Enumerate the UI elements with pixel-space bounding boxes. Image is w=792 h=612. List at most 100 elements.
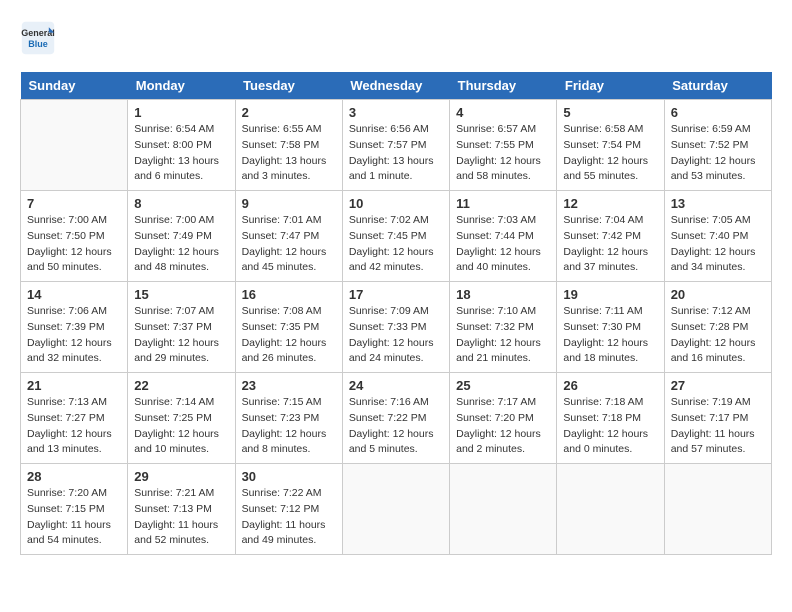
day-info: Sunrise: 6:54 AM Sunset: 8:00 PM Dayligh… [134, 122, 228, 185]
day-number: 22 [134, 378, 228, 393]
svg-text:Blue: Blue [28, 39, 48, 49]
calendar-cell: 20Sunrise: 7:12 AM Sunset: 7:28 PM Dayli… [664, 282, 771, 373]
day-info: Sunrise: 7:17 AM Sunset: 7:20 PM Dayligh… [456, 395, 550, 458]
header-day-monday: Monday [128, 72, 235, 100]
day-info: Sunrise: 7:05 AM Sunset: 7:40 PM Dayligh… [671, 213, 765, 276]
calendar-cell: 29 Sunrise: 7:21 AM Sunset: 7:13 PM Dayli… [128, 464, 235, 555]
day-number: 7 [27, 196, 121, 211]
calendar-table: SundayMondayTuesdayWednesdayThursdayFrid… [20, 72, 772, 555]
day-number: 17 [349, 287, 443, 302]
header: General Blue [20, 20, 772, 56]
day-number: 2 [242, 105, 336, 120]
day-info: Sunrise: 7:21 AM Sunset: 7:13 PM Dayligh… [134, 486, 228, 549]
day-info: Sunrise: 7:00 AM Sunset: 7:50 PM Dayligh… [27, 213, 121, 276]
calendar-cell: 6Sunrise: 6:59 AM Sunset: 7:52 PM Daylig… [664, 100, 771, 191]
day-number: 9 [242, 196, 336, 211]
day-number: 27 [671, 378, 765, 393]
day-info: Sunrise: 7:22 AM Sunset: 7:12 PM Dayligh… [242, 486, 336, 549]
day-info: Sunrise: 6:59 AM Sunset: 7:52 PM Dayligh… [671, 122, 765, 185]
day-number: 26 [563, 378, 657, 393]
calendar-cell: 4 Sunrise: 6:57 AM Sunset: 7:55 PM Daylig… [450, 100, 557, 191]
calendar-cell: 7 Sunrise: 7:00 AM Sunset: 7:50 PM Daylig… [21, 191, 128, 282]
calendar-cell: 14 Sunrise: 7:06 AM Sunset: 7:39 PM Dayli… [21, 282, 128, 373]
day-info: Sunrise: 7:14 AM Sunset: 7:25 PM Dayligh… [134, 395, 228, 458]
header-day-sunday: Sunday [21, 72, 128, 100]
calendar-cell: 23 Sunrise: 7:15 AM Sunset: 7:23 PM Dayli… [235, 373, 342, 464]
day-number: 25 [456, 378, 550, 393]
calendar-cell: 2 Sunrise: 6:55 AM Sunset: 7:58 PM Daylig… [235, 100, 342, 191]
day-number: 30 [242, 469, 336, 484]
day-number: 4 [456, 105, 550, 120]
calendar-cell: 5 Sunrise: 6:58 AM Sunset: 7:54 PM Daylig… [557, 100, 664, 191]
calendar-cell: 11 Sunrise: 7:03 AM Sunset: 7:44 PM Dayli… [450, 191, 557, 282]
calendar-cell: 3Sunrise: 6:56 AM Sunset: 7:57 PM Daylig… [342, 100, 449, 191]
calendar-cell: 18Sunrise: 7:10 AM Sunset: 7:32 PM Dayli… [450, 282, 557, 373]
week-row-4: 21Sunrise: 7:13 AM Sunset: 7:27 PM Dayli… [21, 373, 772, 464]
day-info: Sunrise: 7:07 AM Sunset: 7:37 PM Dayligh… [134, 304, 228, 367]
day-number: 1 [134, 105, 228, 120]
day-info: Sunrise: 7:08 AM Sunset: 7:35 PM Dayligh… [242, 304, 336, 367]
calendar-cell [557, 464, 664, 555]
day-number: 24 [349, 378, 443, 393]
day-info: Sunrise: 7:15 AM Sunset: 7:23 PM Dayligh… [242, 395, 336, 458]
day-info: Sunrise: 6:57 AM Sunset: 7:55 PM Dayligh… [456, 122, 550, 185]
calendar-cell [21, 100, 128, 191]
calendar-cell: 26Sunrise: 7:18 AM Sunset: 7:18 PM Dayli… [557, 373, 664, 464]
calendar-cell: 8Sunrise: 7:00 AM Sunset: 7:49 PM Daylig… [128, 191, 235, 282]
week-row-5: 28Sunrise: 7:20 AM Sunset: 7:15 PM Dayli… [21, 464, 772, 555]
week-row-3: 14 Sunrise: 7:06 AM Sunset: 7:39 PM Dayli… [21, 282, 772, 373]
day-info: Sunrise: 6:56 AM Sunset: 7:57 PM Dayligh… [349, 122, 443, 185]
header-day-tuesday: Tuesday [235, 72, 342, 100]
day-info: Sunrise: 6:58 AM Sunset: 7:54 PM Dayligh… [563, 122, 657, 185]
calendar-cell: 15 Sunrise: 7:07 AM Sunset: 7:37 PM Dayli… [128, 282, 235, 373]
day-number: 12 [563, 196, 657, 211]
calendar-cell: 27 Sunrise: 7:19 AM Sunset: 7:17 PM Dayli… [664, 373, 771, 464]
calendar-cell [664, 464, 771, 555]
calendar-cell: 12 Sunrise: 7:04 AM Sunset: 7:42 PM Dayli… [557, 191, 664, 282]
day-number: 29 [134, 469, 228, 484]
calendar-header-row: SundayMondayTuesdayWednesdayThursdayFrid… [21, 72, 772, 100]
calendar-cell: 28Sunrise: 7:20 AM Sunset: 7:15 PM Dayli… [21, 464, 128, 555]
calendar-cell: 1 Sunrise: 6:54 AM Sunset: 8:00 PM Daylig… [128, 100, 235, 191]
calendar-cell: 25 Sunrise: 7:17 AM Sunset: 7:20 PM Dayli… [450, 373, 557, 464]
calendar-cell: 17 Sunrise: 7:09 AM Sunset: 7:33 PM Dayli… [342, 282, 449, 373]
logo: General Blue [20, 20, 62, 56]
calendar-cell: 9Sunrise: 7:01 AM Sunset: 7:47 PM Daylig… [235, 191, 342, 282]
day-info: Sunrise: 7:02 AM Sunset: 7:45 PM Dayligh… [349, 213, 443, 276]
header-day-friday: Friday [557, 72, 664, 100]
day-info: Sunrise: 7:03 AM Sunset: 7:44 PM Dayligh… [456, 213, 550, 276]
day-info: Sunrise: 7:06 AM Sunset: 7:39 PM Dayligh… [27, 304, 121, 367]
calendar-cell: 30 Sunrise: 7:22 AM Sunset: 7:12 PM Dayli… [235, 464, 342, 555]
day-info: Sunrise: 7:10 AM Sunset: 7:32 PM Dayligh… [456, 304, 550, 367]
day-info: Sunrise: 7:09 AM Sunset: 7:33 PM Dayligh… [349, 304, 443, 367]
calendar-cell: 10 Sunrise: 7:02 AM Sunset: 7:45 PM Dayli… [342, 191, 449, 282]
day-number: 19 [563, 287, 657, 302]
day-number: 28 [27, 469, 121, 484]
calendar-cell: 22 Sunrise: 7:14 AM Sunset: 7:25 PM Dayli… [128, 373, 235, 464]
day-number: 5 [563, 105, 657, 120]
day-number: 23 [242, 378, 336, 393]
day-info: Sunrise: 7:13 AM Sunset: 7:27 PM Dayligh… [27, 395, 121, 458]
header-day-thursday: Thursday [450, 72, 557, 100]
day-info: Sunrise: 7:19 AM Sunset: 7:17 PM Dayligh… [671, 395, 765, 458]
day-info: Sunrise: 6:55 AM Sunset: 7:58 PM Dayligh… [242, 122, 336, 185]
header-day-saturday: Saturday [664, 72, 771, 100]
day-number: 14 [27, 287, 121, 302]
header-day-wednesday: Wednesday [342, 72, 449, 100]
calendar-cell: 19 Sunrise: 7:11 AM Sunset: 7:30 PM Dayli… [557, 282, 664, 373]
day-number: 8 [134, 196, 228, 211]
calendar-cell [450, 464, 557, 555]
calendar-cell: 16 Sunrise: 7:08 AM Sunset: 7:35 PM Dayli… [235, 282, 342, 373]
logo-icon: General Blue [20, 20, 56, 56]
week-row-2: 7 Sunrise: 7:00 AM Sunset: 7:50 PM Daylig… [21, 191, 772, 282]
day-number: 15 [134, 287, 228, 302]
day-info: Sunrise: 7:04 AM Sunset: 7:42 PM Dayligh… [563, 213, 657, 276]
day-number: 11 [456, 196, 550, 211]
day-number: 10 [349, 196, 443, 211]
day-number: 16 [242, 287, 336, 302]
week-row-1: 1 Sunrise: 6:54 AM Sunset: 8:00 PM Daylig… [21, 100, 772, 191]
day-info: Sunrise: 7:11 AM Sunset: 7:30 PM Dayligh… [563, 304, 657, 367]
calendar-cell: 24Sunrise: 7:16 AM Sunset: 7:22 PM Dayli… [342, 373, 449, 464]
calendar-cell [342, 464, 449, 555]
day-number: 20 [671, 287, 765, 302]
